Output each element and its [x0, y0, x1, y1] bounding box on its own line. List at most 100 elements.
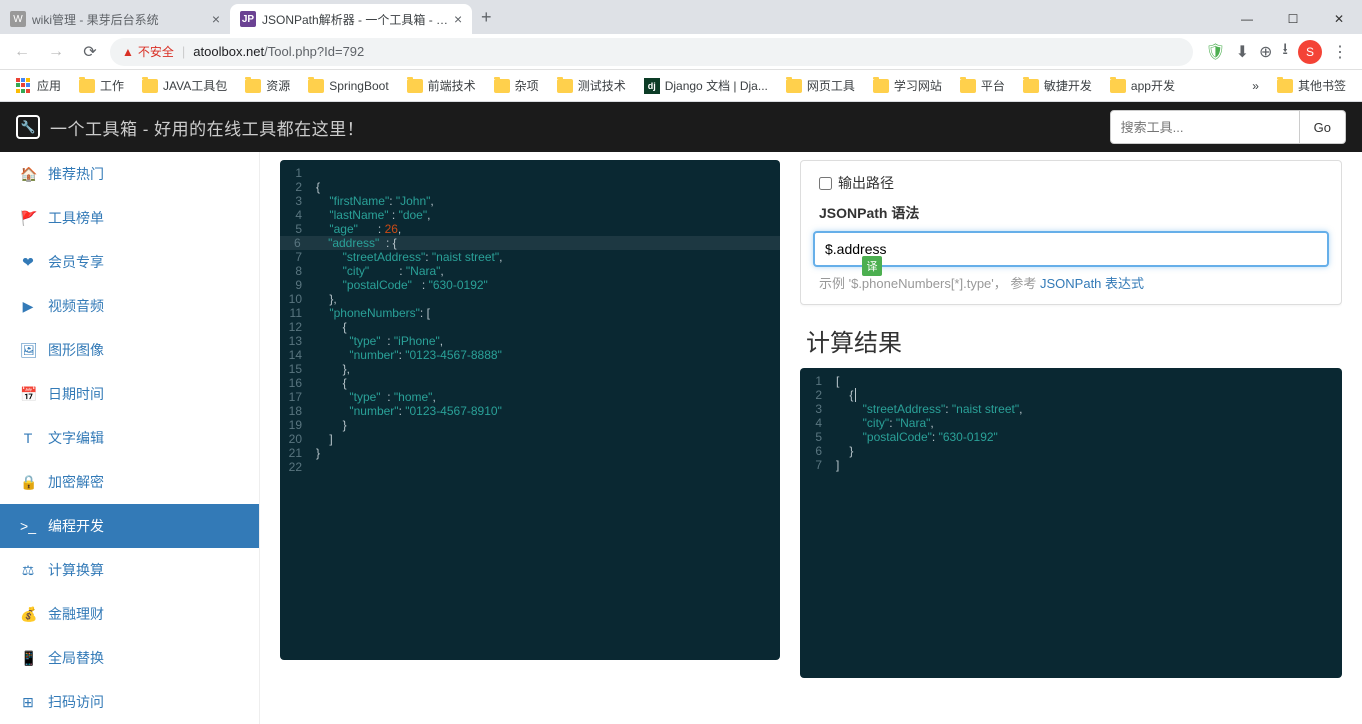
bookmark-folder[interactable]: JAVA工具包: [134, 73, 235, 98]
folder-icon: [142, 79, 158, 93]
bookmark-folder[interactable]: 敏捷开发: [1015, 73, 1100, 98]
sidebar-item[interactable]: 📅日期时间: [0, 372, 259, 416]
maximize-button[interactable]: ☐: [1270, 4, 1316, 34]
tab-row: W wiki管理 - 果芽后台系统 × JP JSONPath解析器 - 一个工…: [0, 0, 500, 34]
sidebar-icon: >_: [20, 518, 36, 534]
other-bookmarks[interactable]: 其他书签: [1269, 73, 1354, 98]
folder-icon: [557, 79, 573, 93]
sidebar-item[interactable]: ⊞扫码访问: [0, 680, 259, 724]
avatar[interactable]: S: [1298, 40, 1322, 64]
apps-icon: [16, 78, 32, 94]
sidebar-icon: 🖼: [20, 342, 36, 359]
search-input[interactable]: [1110, 110, 1300, 144]
site-search: Go: [1110, 110, 1346, 144]
sidebar-item-label: 扫码访问: [48, 692, 104, 712]
apps-button[interactable]: 应用: [8, 73, 69, 98]
sidebar-item[interactable]: 📱全局替换: [0, 636, 259, 680]
sidebar-item[interactable]: 🏠推荐热门: [0, 152, 259, 196]
folder-icon: [494, 79, 510, 93]
bookmark-folder[interactable]: 资源: [237, 73, 298, 98]
jsonpath-input[interactable]: [813, 231, 1329, 267]
shield-icon[interactable]: 🛡: [1205, 42, 1225, 62]
sidebar-item[interactable]: 🔒加密解密: [0, 460, 259, 504]
go-button[interactable]: Go: [1300, 110, 1346, 144]
bookmark-folder[interactable]: app开发: [1102, 73, 1183, 98]
right-panel: 输出路径 JSONPath 语法 示例 '$.phoneNumbers[*].t…: [800, 152, 1342, 724]
jsonpath-doc-link[interactable]: JSONPath 表达式: [1040, 276, 1144, 291]
reload-icon[interactable]: ⟳: [76, 38, 104, 66]
folder-icon: [245, 79, 261, 93]
result-title: 计算结果: [806, 323, 1342, 358]
main: 🏠推荐热门🚩工具榜单❤会员专享 ▶ 视频音频 🖼 图形图像 📅日期时间T文字编辑🔒加密解密…: [0, 152, 1362, 724]
output-path-checkbox[interactable]: [819, 177, 832, 190]
sidebar-item[interactable]: 🚩工具榜单: [0, 196, 259, 240]
bookmark-overflow[interactable]: »: [1244, 75, 1267, 97]
sidebar-item-label: 视频音频: [48, 296, 104, 316]
sidebar-item[interactable]: ❤会员专享: [0, 240, 259, 284]
insecure-badge: ▲ 不安全: [122, 43, 174, 60]
site-logo-icon: 🔧: [16, 115, 40, 139]
options-box: 输出路径 JSONPath 语法 示例 '$.phoneNumbers[*].t…: [800, 160, 1342, 305]
sidebar-icon: ❤: [20, 254, 36, 271]
sidebar-item[interactable]: ⚖计算换算: [0, 548, 259, 592]
favicon: W: [10, 11, 26, 27]
sidebar-item-label: 图形图像: [48, 340, 104, 360]
sidebar-item[interactable]: 💰金融理财: [0, 592, 259, 636]
tab-title: JSONPath解析器 - 一个工具箱 - …: [262, 11, 448, 28]
url-field[interactable]: ▲ 不安全 | atoolbox.net/Tool.php?Id=792: [110, 38, 1193, 66]
bookmark-django[interactable]: djDjango 文档 | Dja...: [636, 73, 776, 98]
close-icon[interactable]: ×: [212, 11, 220, 27]
menu-icon[interactable]: ⋮: [1332, 42, 1348, 62]
browser-tab-1[interactable]: JP JSONPath解析器 - 一个工具箱 - … ×: [230, 4, 472, 34]
bookmarks-bar: 应用 工作 JAVA工具包 资源 SpringBoot 前端技术 杂项 测试技术…: [0, 70, 1362, 102]
sidebar-icon: 🚩: [20, 210, 36, 227]
sidebar-item-label: 文字编辑: [48, 428, 104, 448]
sidebar-item[interactable]: ▶ 视频音频: [0, 284, 259, 328]
sidebar-item-label: 计算换算: [48, 560, 104, 580]
folder-icon: [960, 79, 976, 93]
folder-icon: [79, 79, 95, 93]
result-editor[interactable]: 1[2 {3 "streetAddress": "naist street",4…: [800, 368, 1342, 678]
close-icon[interactable]: ×: [454, 11, 462, 27]
folder-icon: [308, 79, 324, 93]
sidebar-item[interactable]: >_ 编程开发: [0, 504, 259, 548]
sidebar-icon: 💰: [20, 606, 36, 623]
new-tab-button[interactable]: +: [472, 3, 500, 31]
bookmark-folder[interactable]: 学习网站: [865, 73, 950, 98]
site-header: 🔧 一个工具箱 - 好用的在线工具都在这里！ Go: [0, 102, 1362, 152]
translate-badge-icon[interactable]: 译: [862, 256, 882, 276]
bookmark-folder[interactable]: 平台: [952, 73, 1013, 98]
site-title: 一个工具箱 - 好用的在线工具都在这里！: [50, 115, 364, 140]
browser-titlebar: W wiki管理 - 果芽后台系统 × JP JSONPath解析器 - 一个工…: [0, 0, 1362, 34]
folder-icon: [1023, 79, 1039, 93]
output-path-label: 输出路径: [838, 173, 894, 193]
jsonpath-label: JSONPath 语法: [813, 203, 1329, 223]
browser-tab-0[interactable]: W wiki管理 - 果芽后台系统 ×: [0, 4, 230, 34]
left-panel: 12{3 "firstName": "John",4 "lastName" : …: [280, 152, 780, 724]
favicon: JP: [240, 11, 256, 27]
sidebar-item-label: 编程开发: [48, 516, 104, 536]
folder-icon: [407, 79, 423, 93]
sidebar-item-label: 加密解密: [48, 472, 104, 492]
window-controls: — ☐ ✕: [1224, 4, 1362, 34]
bookmark-folder[interactable]: SpringBoot: [300, 75, 396, 97]
extension-icon[interactable]: ⬇: [1236, 42, 1249, 62]
forward-icon[interactable]: →: [42, 38, 70, 66]
bookmark-folder[interactable]: 测试技术: [549, 73, 634, 98]
bookmark-folder[interactable]: 工作: [71, 73, 132, 98]
bookmark-folder[interactable]: 前端技术: [399, 73, 484, 98]
sidebar-item[interactable]: T文字编辑: [0, 416, 259, 460]
sidebar-item[interactable]: 🖼 图形图像: [0, 328, 259, 372]
sidebar-icon: ▶: [20, 298, 36, 315]
translate-icon[interactable]: ⊕: [1259, 42, 1272, 62]
download-icon[interactable]: ⭳: [1282, 38, 1288, 65]
tab-title: wiki管理 - 果芽后台系统: [32, 11, 159, 28]
minimize-button[interactable]: —: [1224, 4, 1270, 34]
close-button[interactable]: ✕: [1316, 4, 1362, 34]
json-editor[interactable]: 12{3 "firstName": "John",4 "lastName" : …: [280, 160, 780, 660]
url-text: atoolbox.net/Tool.php?Id=792: [193, 44, 364, 59]
bookmark-folder[interactable]: 杂项: [486, 73, 547, 98]
bookmark-folder[interactable]: 网页工具: [778, 73, 863, 98]
back-icon[interactable]: ←: [8, 38, 36, 66]
sidebar-icon: 📅: [20, 386, 36, 403]
